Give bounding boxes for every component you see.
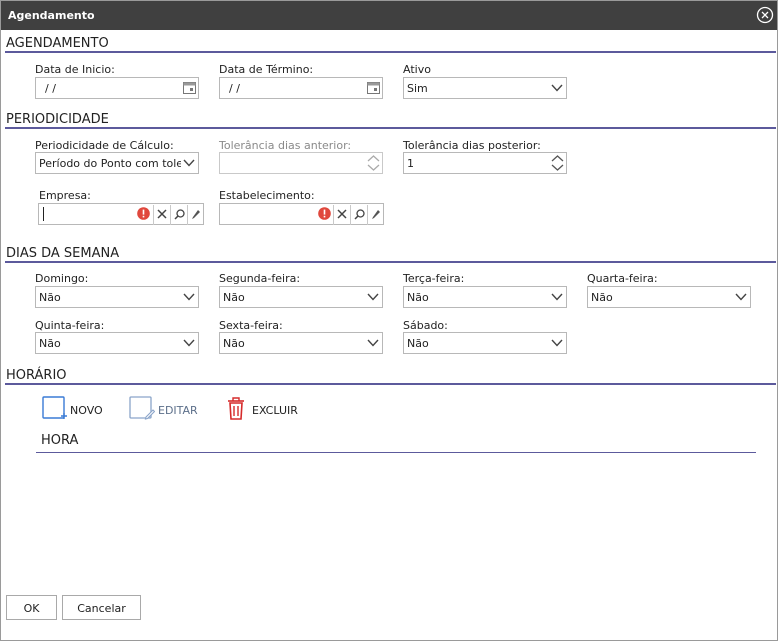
chevron-down-icon	[548, 78, 566, 98]
spinner-icon[interactable]	[550, 154, 565, 172]
editar-button[interactable]: EDITAR	[129, 396, 199, 422]
chevron-down-icon	[364, 287, 382, 307]
ativo-value: Sim	[407, 82, 428, 95]
data-inicio-label: Data de Inicio:	[35, 63, 115, 76]
edit-icon[interactable]	[367, 205, 383, 225]
sexta-select[interactable]: Não	[219, 332, 383, 354]
editar-label: EDITAR	[158, 404, 198, 417]
tol-posterior-value: 1	[407, 157, 414, 170]
quinta-label: Quinta-feira:	[35, 319, 105, 332]
section-horario: HORÁRIO	[5, 365, 776, 385]
cancelar-label: Cancelar	[77, 602, 126, 615]
new-icon	[42, 396, 68, 423]
close-icon[interactable]	[756, 6, 774, 24]
chevron-down-icon	[548, 333, 566, 353]
excluir-button[interactable]: EXCLUIR	[224, 396, 304, 422]
domingo-value: Não	[39, 291, 61, 304]
edit-icon	[129, 396, 156, 423]
domingo-select[interactable]: Não	[35, 286, 199, 308]
calendar-icon[interactable]	[183, 82, 196, 94]
quarta-label: Quarta-feira:	[587, 272, 658, 285]
quarta-select[interactable]: Não	[587, 286, 751, 308]
sabado-value: Não	[407, 337, 429, 350]
empresa-lookup[interactable]	[38, 203, 204, 225]
cancelar-button[interactable]: Cancelar	[62, 595, 141, 620]
section-title: PERIODICIDADE	[6, 112, 109, 127]
data-termino-input[interactable]: / /	[219, 77, 383, 99]
chevron-down-icon	[180, 287, 198, 307]
excluir-label: EXCLUIR	[252, 404, 298, 417]
chevron-down-icon	[364, 333, 382, 353]
ativo-label: Ativo	[403, 63, 431, 76]
ok-button[interactable]: OK	[6, 595, 57, 620]
calendar-icon[interactable]	[367, 82, 380, 94]
search-icon[interactable]	[170, 205, 186, 225]
section-agendamento: AGENDAMENTO	[5, 33, 776, 53]
search-icon[interactable]	[350, 205, 366, 225]
data-termino-label: Data de Término:	[219, 63, 314, 76]
sabado-select[interactable]: Não	[403, 332, 567, 354]
empresa-label: Empresa:	[39, 189, 91, 202]
terca-value: Não	[407, 291, 429, 304]
dialog-title: Agendamento	[8, 9, 95, 22]
periodicidade-calculo-select[interactable]: Período do Ponto com tolerância	[35, 152, 199, 174]
quarta-value: Não	[591, 291, 613, 304]
chevron-down-icon	[732, 287, 750, 307]
error-icon	[318, 207, 331, 220]
sexta-label: Sexta-feira:	[219, 319, 283, 332]
edit-icon[interactable]	[187, 205, 203, 225]
chevron-down-icon	[180, 333, 198, 353]
data-inicio-input[interactable]: / /	[35, 77, 199, 99]
trash-icon	[224, 396, 248, 424]
hora-column-header[interactable]: HORA	[41, 433, 78, 448]
clear-icon[interactable]	[333, 205, 349, 225]
chevron-down-icon	[548, 287, 566, 307]
ativo-select[interactable]: Sim	[403, 77, 567, 99]
periodicidade-calculo-label: Periodicidade de Cálculo:	[35, 139, 174, 152]
tol-posterior-input[interactable]: 1	[403, 152, 567, 174]
sexta-value: Não	[223, 337, 245, 350]
terca-select[interactable]: Não	[403, 286, 567, 308]
data-termino-value: / /	[229, 82, 240, 95]
domingo-label: Domingo:	[35, 272, 89, 285]
quinta-select[interactable]: Não	[35, 332, 199, 354]
segunda-select[interactable]: Não	[219, 286, 383, 308]
novo-label: NOVO	[70, 404, 103, 417]
ok-label: OK	[23, 602, 40, 615]
terca-label: Terça-feira:	[403, 272, 465, 285]
spinner-icon[interactable]	[366, 154, 381, 172]
estabelecimento-lookup[interactable]	[219, 203, 384, 225]
section-title: HORÁRIO	[6, 368, 67, 383]
tol-posterior-label: Tolerância dias posterior:	[403, 139, 541, 152]
section-dias-semana: DIAS DA SEMANA	[5, 243, 776, 263]
chevron-down-icon	[180, 153, 198, 173]
section-title: DIAS DA SEMANA	[6, 246, 120, 261]
data-inicio-value: / /	[45, 82, 56, 95]
sabado-label: Sábado:	[403, 319, 448, 332]
periodicidade-calculo-value: Período do Ponto com tolerância	[39, 157, 181, 170]
tol-anterior-label: Tolerância dias anterior:	[219, 139, 352, 152]
tol-anterior-input[interactable]	[219, 152, 383, 174]
estabelecimento-label: Estabelecimento:	[219, 189, 315, 202]
error-icon	[137, 207, 150, 220]
section-title: AGENDAMENTO	[6, 36, 109, 51]
text-cursor	[43, 207, 44, 221]
hora-table-header: HORA	[36, 431, 756, 453]
segunda-value: Não	[223, 291, 245, 304]
segunda-label: Segunda-feira:	[219, 272, 301, 285]
agendamento-dialog: Agendamento AGENDAMENTO Data de Inicio: …	[0, 0, 778, 641]
title-bar: Agendamento	[1, 1, 777, 30]
novo-button[interactable]: NOVO	[42, 396, 104, 422]
quinta-value: Não	[39, 337, 61, 350]
section-periodicidade: PERIODICIDADE	[5, 109, 776, 129]
clear-icon[interactable]	[153, 205, 169, 225]
